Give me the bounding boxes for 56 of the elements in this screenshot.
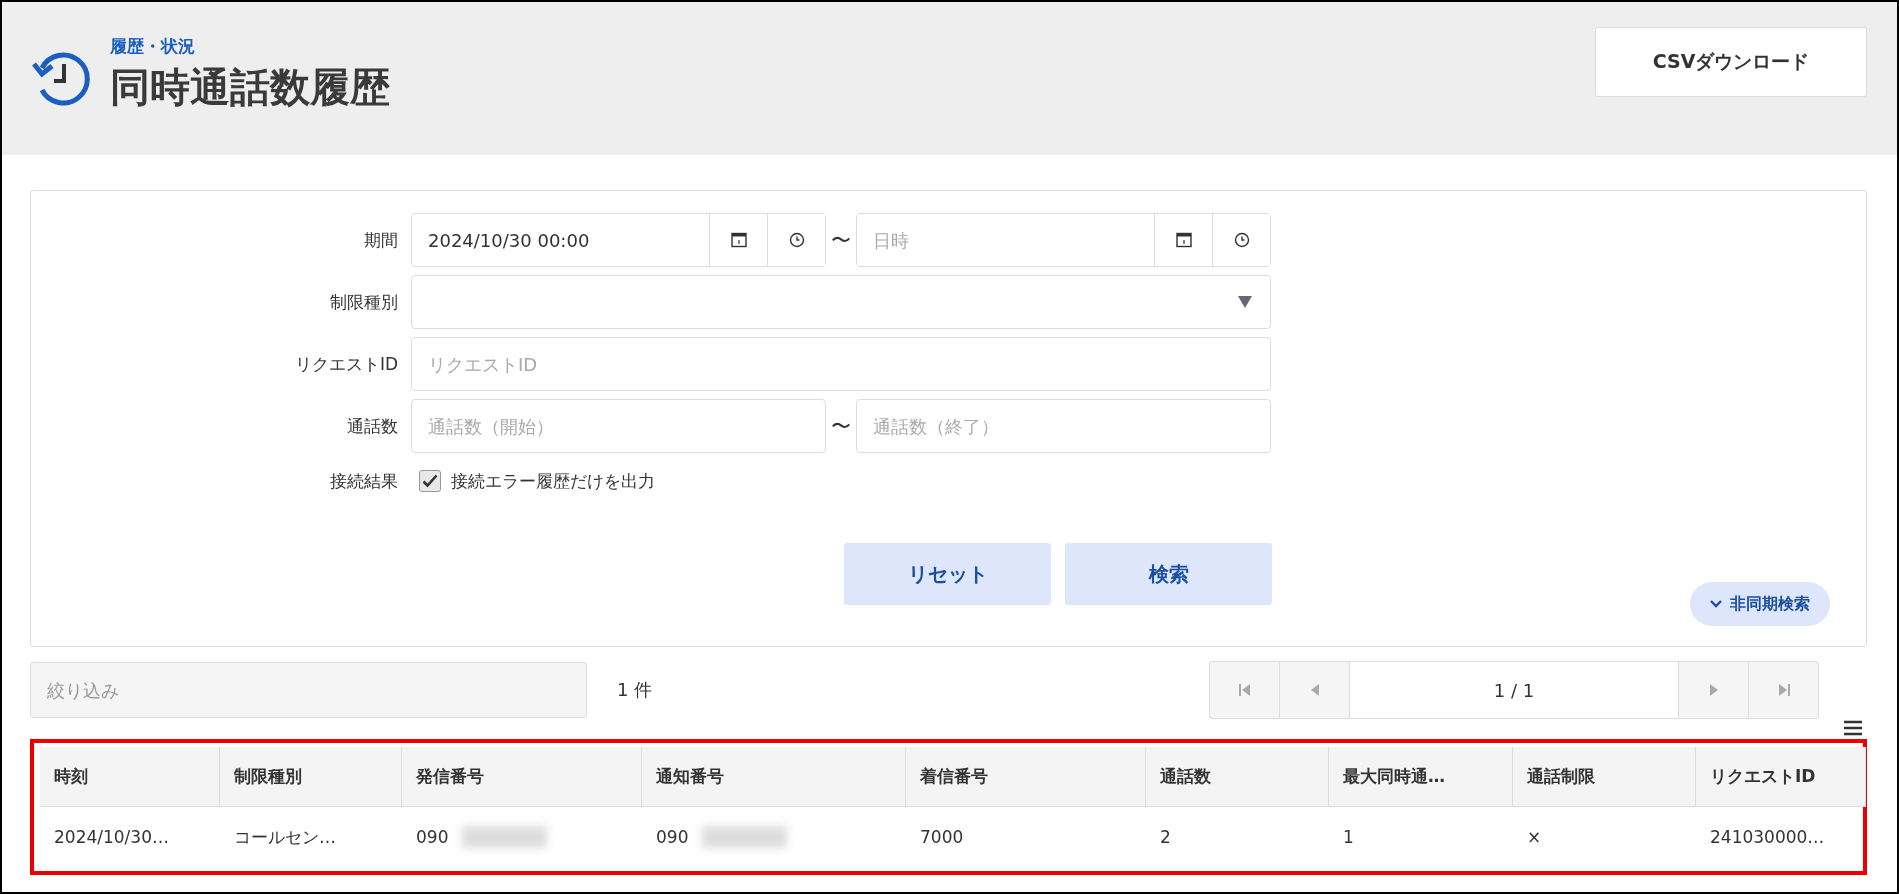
column-header[interactable]: 最大同時通…: [1329, 747, 1513, 807]
menu-icon[interactable]: [1843, 719, 1863, 737]
field-label: 期間: [363, 228, 398, 252]
calendar-icon: [1175, 232, 1192, 248]
reset-button[interactable]: リセット: [844, 543, 1051, 605]
column-header[interactable]: 制限種別: [220, 747, 402, 807]
column-header[interactable]: 着信番号: [906, 747, 1146, 807]
column-header[interactable]: 通知番号: [642, 747, 906, 807]
clock-button[interactable]: [1212, 214, 1270, 266]
field-label: 制限種別: [329, 290, 398, 314]
table-cell-text: コールセン…: [233, 825, 337, 849]
search-button[interactable]: 検索: [1065, 543, 1272, 605]
page-title: 同時通話数履歴: [110, 62, 391, 112]
clock-icon: [1233, 232, 1250, 248]
table-cell: 090: [642, 807, 906, 867]
last-page-icon: [1777, 683, 1790, 697]
table-cell-text: ×: [1526, 826, 1543, 849]
call-count-field[interactable]: 通話数（終了）: [857, 400, 1270, 452]
date-time-input[interactable]: 2024/10/30 00:00: [412, 214, 709, 266]
csv-download-button[interactable]: CSVダウンロード: [1595, 26, 1867, 97]
table-cell-text: 7000: [919, 826, 965, 849]
range-separator: 〜: [830, 412, 852, 440]
checkbox[interactable]: [419, 470, 441, 492]
result-count: 1 件: [617, 678, 654, 702]
checkbox-label: 接続エラー履歴だけを出力: [451, 469, 655, 493]
chevron-icon: [1710, 600, 1722, 608]
dropdown-icon: [1238, 296, 1252, 308]
date-time-picker[interactable]: 2024/10/30 00:00: [411, 213, 826, 267]
table-cell-text: 2024/10/30…: [53, 826, 170, 849]
column-header[interactable]: 通話数: [1146, 747, 1329, 807]
table-cell-text: 241030000…: [1709, 826, 1826, 849]
date-time-picker[interactable]: 日時: [856, 213, 1271, 267]
column-header[interactable]: 発信番号: [402, 747, 642, 807]
clock-icon: [788, 232, 805, 248]
clock-button[interactable]: [767, 214, 825, 266]
async-search-toggle[interactable]: 非同期検索: [1690, 582, 1830, 626]
breadcrumb: 履歴・状況: [110, 34, 196, 58]
range-separator: 〜: [830, 226, 852, 254]
first-page-icon: [1238, 683, 1251, 697]
column-header[interactable]: リクエストID: [1696, 747, 1866, 807]
column-header[interactable]: 通話制限: [1513, 747, 1696, 807]
table-cell-text: 1: [1342, 826, 1355, 849]
field-label: 接続結果: [329, 469, 398, 493]
table-cell-text: 2: [1159, 826, 1172, 849]
next-icon: [1708, 683, 1719, 697]
table-cell: 090: [402, 807, 642, 867]
date-time-input[interactable]: 日時: [857, 214, 1154, 266]
previous-icon: [1309, 683, 1320, 697]
filter-field[interactable]: 絞り込み: [30, 662, 587, 718]
field-label: リクエストID: [293, 352, 398, 376]
field-label: 通話数: [346, 414, 398, 438]
calendar-icon: [730, 232, 747, 248]
call-count-field[interactable]: 通話数（開始）: [412, 400, 825, 452]
request-id-field[interactable]: リクエストID: [412, 338, 1270, 390]
page-indicator: 1 / 1: [1350, 662, 1678, 718]
column-header[interactable]: 時刻: [40, 747, 220, 807]
